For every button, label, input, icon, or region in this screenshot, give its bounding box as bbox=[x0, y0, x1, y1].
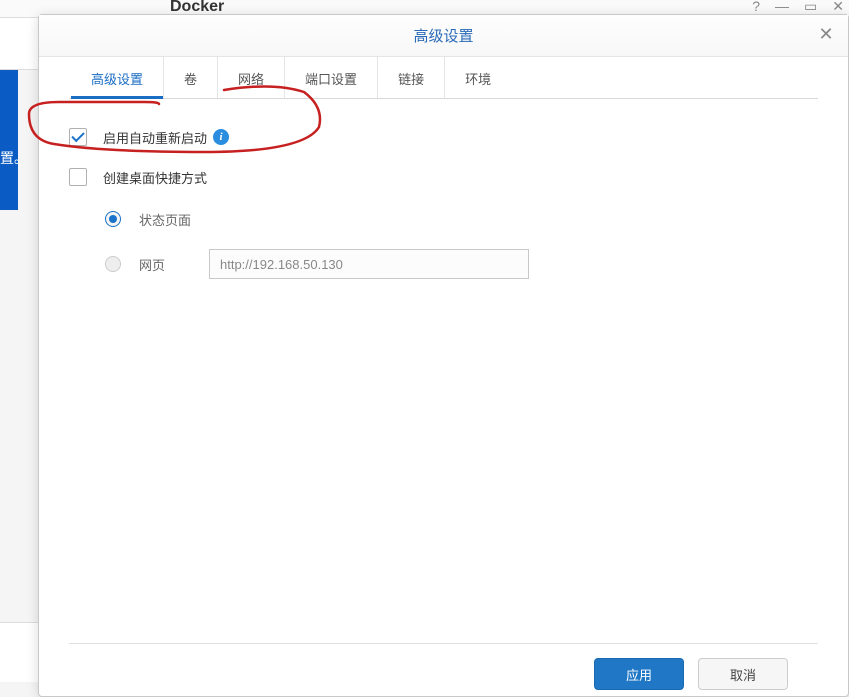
radio-webpage-label: 网页 bbox=[139, 255, 209, 274]
close-icon[interactable]: ✕ bbox=[816, 25, 836, 45]
desktop-shortcut-label: 创建桌面快捷方式 bbox=[103, 168, 207, 187]
tab-volume[interactable]: 卷 bbox=[164, 57, 218, 98]
radio-status-page[interactable] bbox=[105, 211, 121, 227]
help-icon[interactable]: ? bbox=[752, 0, 760, 15]
close-parent-icon[interactable]: ✕ bbox=[832, 0, 844, 15]
minimize-icon[interactable]: — bbox=[775, 0, 789, 15]
maximize-icon[interactable]: ▭ bbox=[804, 0, 817, 15]
tab-advanced-settings[interactable]: 高级设置 bbox=[71, 57, 164, 98]
auto-restart-checkbox[interactable] bbox=[69, 128, 87, 146]
settings-tabs: 高级设置 卷 网络 端口设置 链接 环境 bbox=[69, 57, 818, 99]
advanced-settings-dialog: 高级设置 ✕ 高级设置 卷 网络 端口设置 链接 环境 启用自动重新启动 i 创… bbox=[38, 14, 849, 697]
tab-port-settings[interactable]: 端口设置 bbox=[285, 57, 378, 98]
auto-restart-label: 启用自动重新启动 bbox=[103, 128, 207, 147]
webpage-url-input[interactable] bbox=[209, 249, 529, 279]
tab-environment[interactable]: 环境 bbox=[445, 57, 511, 98]
cancel-button[interactable]: 取消 bbox=[698, 658, 788, 690]
parent-partial-text: 置。 bbox=[0, 148, 28, 168]
apply-button[interactable]: 应用 bbox=[594, 658, 684, 690]
radio-webpage[interactable] bbox=[105, 256, 121, 272]
info-icon[interactable]: i bbox=[213, 129, 229, 145]
tab-links[interactable]: 链接 bbox=[378, 57, 445, 98]
radio-status-page-label: 状态页面 bbox=[139, 210, 209, 229]
desktop-shortcut-checkbox[interactable] bbox=[69, 168, 87, 186]
tab-network[interactable]: 网络 bbox=[218, 57, 285, 98]
dialog-title: 高级设置 bbox=[413, 25, 473, 46]
